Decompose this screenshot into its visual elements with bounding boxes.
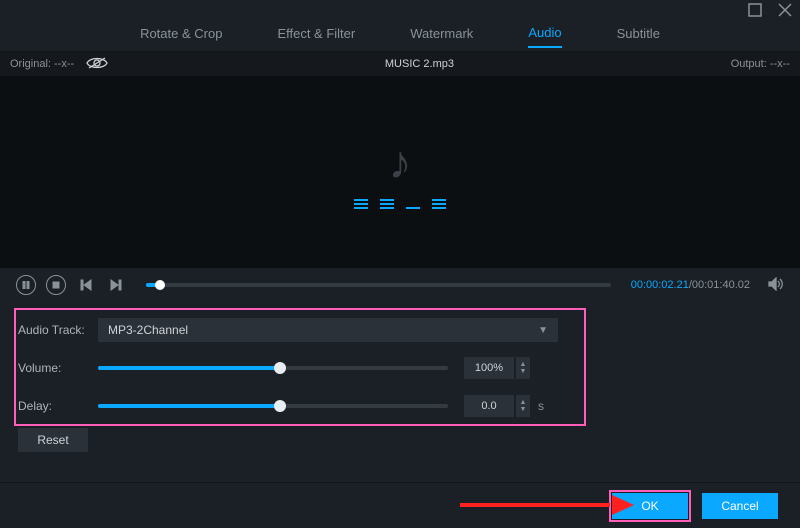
delay-unit: s: [538, 399, 544, 413]
tab-audio[interactable]: Audio: [528, 25, 561, 48]
preview-area: ♪: [0, 76, 800, 268]
reset-button[interactable]: Reset: [18, 428, 88, 452]
delay-value[interactable]: 0.0: [464, 395, 514, 417]
tab-bar: Rotate & Crop Effect & Filter Watermark …: [0, 22, 800, 52]
volume-value[interactable]: 100%: [464, 357, 514, 379]
filename: MUSIC 2.mp3: [385, 58, 454, 70]
volume-slider[interactable]: [98, 366, 448, 370]
tab-subtitle[interactable]: Subtitle: [617, 26, 660, 47]
seek-slider[interactable]: [146, 283, 611, 287]
music-note-icon: ♪: [389, 135, 412, 189]
footer-bar: OK Cancel: [0, 482, 800, 528]
cancel-button[interactable]: Cancel: [702, 493, 778, 519]
ok-button[interactable]: OK: [612, 493, 688, 519]
file-status-bar: Original: --x-- MUSIC 2.mp3 Output: --x-…: [0, 52, 800, 76]
original-resolution: Original: --x--: [10, 58, 74, 70]
equalizer-icon: [354, 199, 446, 209]
output-resolution: Output: --x--: [731, 58, 790, 70]
audio-track-value: MP3-2Channel: [108, 323, 188, 337]
delay-slider[interactable]: [98, 404, 448, 408]
volume-label: Volume:: [18, 361, 98, 375]
transport-bar: 00:00:02.21/00:01:40.02: [0, 268, 800, 302]
delay-stepper[interactable]: ▲▼: [516, 395, 530, 417]
maximize-icon[interactable]: [732, 3, 762, 20]
pause-button[interactable]: [16, 275, 36, 295]
audio-track-label: Audio Track:: [18, 323, 98, 337]
close-icon[interactable]: [762, 3, 792, 20]
delay-label: Delay:: [18, 399, 98, 413]
time-total: /00:01:40.02: [689, 279, 750, 291]
volume-icon[interactable]: [768, 277, 784, 294]
time-display: 00:00:02.21/00:01:40.02: [631, 279, 750, 291]
tab-rotate-crop[interactable]: Rotate & Crop: [140, 26, 222, 47]
audio-settings-panel: Audio Track: MP3-2Channel ▼ Volume: 100%…: [0, 302, 800, 464]
tab-watermark[interactable]: Watermark: [410, 26, 473, 47]
prev-frame-button[interactable]: [76, 275, 96, 295]
stop-button[interactable]: [46, 275, 66, 295]
next-frame-button[interactable]: [106, 275, 126, 295]
time-current: 00:00:02.21: [631, 279, 689, 291]
tab-effect-filter[interactable]: Effect & Filter: [277, 26, 355, 47]
chevron-down-icon: ▼: [538, 325, 548, 336]
volume-stepper[interactable]: ▲▼: [516, 357, 530, 379]
window-titlebar: [0, 0, 800, 22]
preview-toggle-icon[interactable]: [86, 56, 108, 73]
editor-window: Rotate & Crop Effect & Filter Watermark …: [0, 0, 800, 528]
audio-track-select[interactable]: MP3-2Channel ▼: [98, 318, 558, 342]
